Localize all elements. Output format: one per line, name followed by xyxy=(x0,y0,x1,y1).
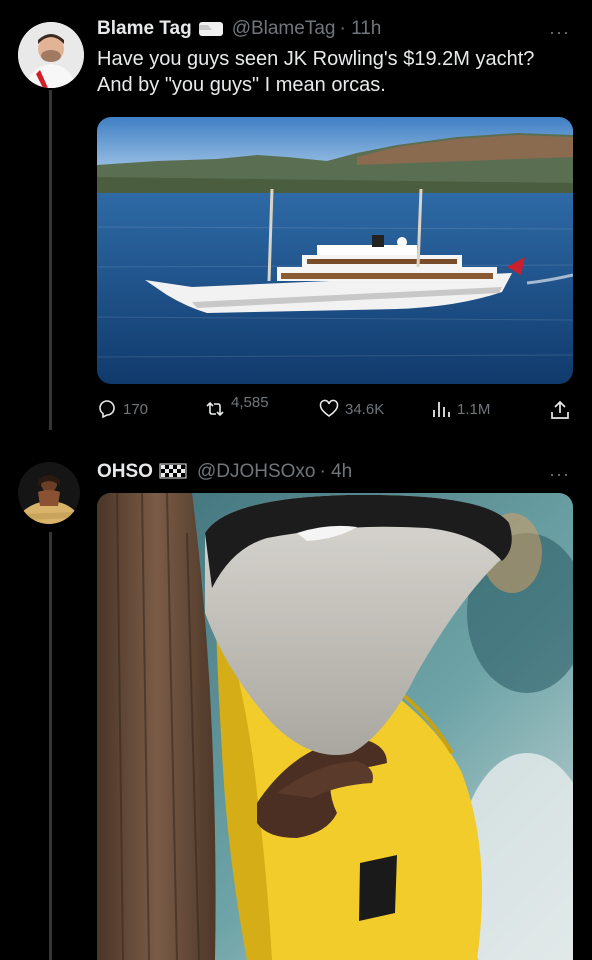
views-button[interactable]: 1.1M xyxy=(431,399,490,419)
timestamp[interactable]: · 4h xyxy=(319,461,352,483)
checkered-flag-icon xyxy=(159,463,187,481)
timestamp[interactable]: · 11h xyxy=(339,18,381,40)
retweet-icon xyxy=(206,401,224,417)
tweet-header: OHSO @DJOHSOxo · 4h xyxy=(97,461,352,483)
tweet-text: Have you guys seen JK Rowling's $19.2M y… xyxy=(97,48,535,96)
handle[interactable]: @DJOHSOxo xyxy=(197,461,316,483)
orca-meme-image[interactable] xyxy=(97,493,573,960)
avatar[interactable] xyxy=(18,462,80,524)
tweet-header: Blame Tag @BlameTag · 11h xyxy=(97,18,381,40)
share-icon xyxy=(551,400,569,419)
reply-button[interactable]: 170 xyxy=(97,399,148,419)
like-button[interactable]: 34.6K xyxy=(319,399,384,419)
reply-icon xyxy=(99,400,115,419)
views-icon xyxy=(433,402,450,417)
tweet-actions: 170 4,585 34.6K 1.1M xyxy=(97,394,573,425)
retweet-button[interactable]: 4,585 xyxy=(205,394,269,419)
share-button[interactable] xyxy=(549,399,577,421)
thread-line-bottom xyxy=(49,532,52,960)
more-icon[interactable]: ··· xyxy=(549,22,570,43)
yacht-image[interactable] xyxy=(97,117,573,384)
thread-line-top xyxy=(49,90,52,430)
handle[interactable]: @BlameTag xyxy=(232,18,336,40)
reply-count: 170 xyxy=(123,400,149,418)
business-badge-icon xyxy=(198,21,224,37)
views-count: 1.1M xyxy=(457,400,491,418)
heart-icon xyxy=(319,399,339,417)
like-count: 34.6K xyxy=(345,400,385,418)
display-name[interactable]: Blame Tag xyxy=(97,18,192,40)
more-icon[interactable]: ··· xyxy=(549,464,570,485)
retweet-count: 4,585 xyxy=(231,393,269,411)
display-name[interactable]: OHSO xyxy=(97,461,153,483)
avatar[interactable] xyxy=(18,22,84,88)
